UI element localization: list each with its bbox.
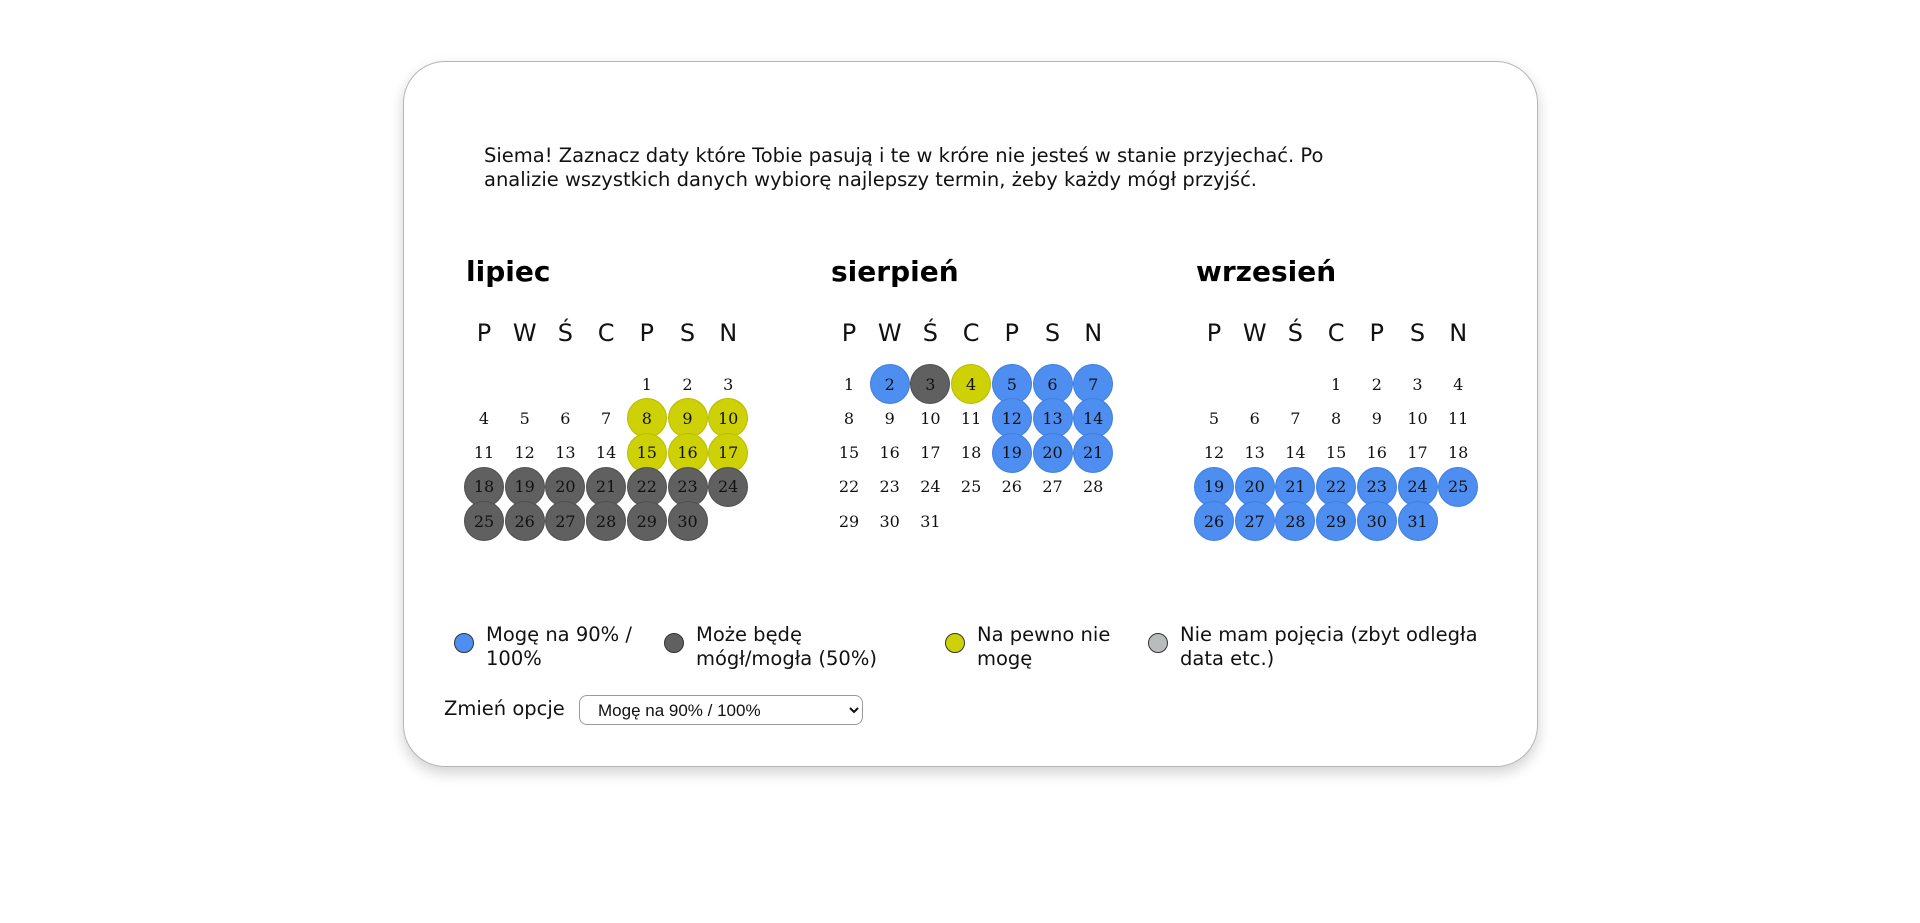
change-option-label: Zmień opcje [444,697,565,720]
month-september: wrzesień PWŚCPSN 1 2 3 4 5 6 7 8 9 10 11 12 13 14 15 16… [1194,252,1484,542]
day-cell[interactable]: 30 [667,501,708,542]
day-cell[interactable]: 30 [1356,501,1397,542]
day-cell[interactable]: 28 [1275,501,1316,542]
legend-label: Na pewno nie mogę [977,623,1111,670]
day-cell[interactable]: 28 [586,501,627,542]
option-select[interactable]: Mogę na 90% / 100%Może będę mógł/mogła (… [579,695,863,725]
weekday-label: P [1369,319,1385,347]
day-cell[interactable]: 27 [545,501,586,542]
legend-item-unknown: Nie mam pojęcia (zbyt odległa data etc.) [1148,623,1488,671]
month-title: lipiec [466,255,551,288]
legend-label: Może będę mógł/mogła (50%) [696,623,877,670]
day-cell[interactable]: 31 [1397,501,1438,542]
legend-item-maybe: Może będę mógł/mogła (50%) [664,623,924,671]
month-title: sierpień [831,255,959,288]
dark-dot-icon [664,633,684,653]
day-cell[interactable]: 31 [910,501,950,541]
weekday-label: Ś [922,319,938,347]
weekday-label: S [1044,319,1061,347]
month-august: sierpień PWŚCPSN 1 2 3 4 5 6 7 8 9 10 11 12 13 14 15 16… [829,252,1119,531]
day-cell[interactable]: 29 [1316,501,1357,542]
weekday-label: S [1409,319,1426,347]
legend-item-unavailable: Na pewno nie mogę [945,623,1125,671]
weekday-label: N [1084,319,1103,347]
month-july: lipiec PWŚCPSN 1 2 3 4 5 6 7 8 9 10 11 12 13 14 15 16 17… [464,252,754,542]
weekday-label: P [841,319,857,347]
weekday-label: W [877,319,902,347]
legend: Mogę na 90% / 100% Może będę mógł/mogła … [404,623,1537,673]
option-select-wrap: Mogę na 90% / 100%Może będę mógł/mogła (… [579,695,863,725]
weekday-label: Ś [557,319,573,347]
weekday-label: C [1327,319,1345,347]
weekday-label: P [639,319,655,347]
weekday-label: N [1449,319,1468,347]
intro-text: Siema! Zaznacz daty które Tobie pasują i… [484,144,1324,191]
month-title: wrzesień [1196,255,1337,288]
day-cell[interactable]: 30 [870,501,910,541]
weekday-label: N [719,319,738,347]
day-cell[interactable]: 25 [951,467,991,507]
day-cell[interactable]: 26 [1194,501,1234,542]
day-cell[interactable]: 25 [1438,466,1479,507]
weekday-label: P [1004,319,1020,347]
gray-dot-icon [1148,633,1168,653]
day-cell[interactable]: 27 [1033,467,1073,507]
legend-item-available: Mogę na 90% / 100% [454,623,644,671]
weekday-label: W [512,319,537,347]
day-cell[interactable]: 26 [992,467,1032,507]
yellow-dot-icon [945,633,965,653]
weekday-label: P [1206,319,1222,347]
weekday-label: C [597,319,615,347]
day-cell[interactable]: 27 [1234,501,1275,542]
legend-label: Nie mam pojęcia (zbyt odległa data etc.) [1180,623,1478,670]
blue-dot-icon [454,633,474,653]
day-cell[interactable]: 26 [504,501,545,542]
day-cell[interactable]: 25 [464,501,504,542]
legend-label: Mogę na 90% / 100% [486,623,632,670]
weekday-label: S [679,319,696,347]
day-cell[interactable]: 29 [626,501,667,542]
calendar-card: Siema! Zaznacz daty które Tobie pasują i… [403,61,1538,767]
day-cell[interactable]: 29 [829,501,869,541]
weekday-label: W [1242,319,1267,347]
weekday-label: P [476,319,492,347]
weekday-label: Ś [1287,319,1303,347]
day-cell[interactable]: 24 [708,466,749,507]
weekday-label: C [962,319,980,347]
day-cell[interactable]: 28 [1073,467,1113,507]
